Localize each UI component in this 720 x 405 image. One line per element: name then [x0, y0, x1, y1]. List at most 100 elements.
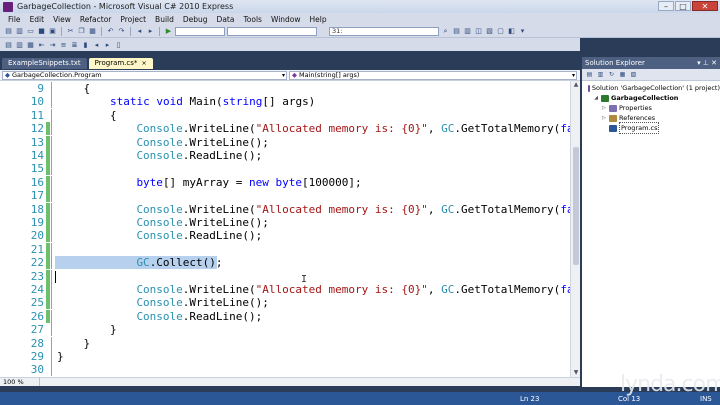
pin-icon[interactable]: ▾ ⊥ ✕	[697, 57, 717, 69]
start-page-icon[interactable]: ▢	[496, 27, 505, 36]
code-line[interactable]: 21	[0, 242, 570, 256]
add-item-icon[interactable]: ▥	[15, 27, 24, 36]
code-line[interactable]: 23	[0, 269, 570, 283]
object-browser-icon[interactable]: ◫	[474, 27, 483, 36]
comment-out-icon[interactable]: ≡	[59, 40, 68, 49]
code-line[interactable]: 22 GC.Collect();	[0, 256, 570, 270]
navigate-back-icon[interactable]: ◂	[135, 27, 144, 36]
code-line[interactable]: 29}	[0, 350, 570, 363]
platform-dropdown[interactable]	[227, 26, 317, 36]
view-code-icon[interactable]: ▦	[618, 71, 627, 79]
code-line[interactable]: 24 Console.WriteLine("Allocated memory is…	[0, 283, 570, 296]
paste-icon[interactable]: ▦	[88, 27, 97, 36]
lynda-watermark-logo: lynda.com	[620, 372, 720, 397]
uncomment-icon[interactable]: ≣	[70, 40, 79, 49]
properties-toolbar-icon[interactable]: ▥	[463, 27, 472, 36]
code-line[interactable]: 20 Console.ReadLine();	[0, 229, 570, 243]
undo-icon[interactable]: ↶	[106, 27, 115, 36]
toolbox-icon[interactable]: ▧	[485, 27, 494, 36]
new-project-icon[interactable]: ▤	[4, 27, 13, 36]
find-line-combo[interactable]: 31:	[329, 26, 439, 36]
tree-item[interactable]: ▷ Properties	[582, 103, 720, 113]
tab-program-cs[interactable]: Program.cs* ×	[88, 58, 153, 69]
close-tab-icon[interactable]: ×	[141, 59, 146, 67]
code-line[interactable]: 30	[0, 363, 570, 377]
code-line[interactable]: 19 Console.WriteLine();	[0, 216, 570, 229]
refresh-icon[interactable]: ↻	[607, 71, 616, 79]
close-button[interactable]: ✕	[692, 1, 718, 11]
menu-tools[interactable]: Tools	[243, 15, 261, 24]
scroll-up-icon[interactable]: ▲	[571, 81, 581, 89]
solution-explorer-toolbar: ▤ ▥ ↻ ▦ ▧	[582, 69, 720, 81]
code-line[interactable]: 16 byte[] myArray = new byte[100000];	[0, 175, 570, 189]
redo-icon[interactable]: ↷	[117, 27, 126, 36]
code-line[interactable]: 27}	[0, 323, 570, 337]
properties-icon[interactable]: ▤	[585, 71, 594, 79]
zoom-dropdown[interactable]: 100 %	[0, 378, 40, 386]
complete-word-icon[interactable]: ▦	[26, 40, 35, 49]
code-line[interactable]: 25 Console.WriteLine();	[0, 296, 570, 310]
tree-item[interactable]: Solution 'GarbageCollection' (1 project)	[582, 83, 720, 93]
menu-project[interactable]: Project	[120, 15, 146, 24]
editor-vertical-scrollbar[interactable]: ▲ ▼	[570, 81, 580, 377]
types-dropdown[interactable]: ◆ GarbageCollection.Program ▾	[2, 70, 287, 80]
code-line[interactable]: 11 {	[0, 108, 570, 122]
scrollbar-thumb[interactable]	[573, 147, 579, 265]
code-line[interactable]: 26 Console.ReadLine();	[0, 309, 570, 323]
quick-info-icon[interactable]: ▤	[4, 40, 13, 49]
menu-debug[interactable]: Debug	[183, 15, 208, 24]
code-line[interactable]: 12 Console.WriteLine("Allocated memory is…	[0, 122, 570, 136]
expand-toggle-icon[interactable]: ▷	[601, 103, 607, 113]
code-line[interactable]: 10 static void Main(string[] args)	[0, 95, 570, 109]
solution-explorer-toolbar-icon[interactable]: ▤	[452, 27, 461, 36]
expand-toggle-icon[interactable]: ◢	[593, 93, 599, 103]
code-line[interactable]: 15	[0, 162, 570, 176]
menu-window[interactable]: Window	[271, 15, 301, 24]
menu-data[interactable]: Data	[217, 15, 235, 24]
open-file-icon[interactable]: ▭	[26, 27, 35, 36]
start-debugging-icon[interactable]: ▶	[164, 27, 173, 36]
code-token: Console	[136, 229, 183, 243]
menu-help[interactable]: Help	[310, 15, 327, 24]
copy-icon[interactable]: ❐	[77, 27, 86, 36]
tree-item[interactable]: Program.cs	[582, 122, 720, 134]
code-line[interactable]: 17	[0, 189, 570, 203]
toggle-bookmark-icon[interactable]: ▮	[81, 40, 90, 49]
members-dropdown[interactable]: ◆ Main(string[] args) ▾	[289, 70, 577, 80]
code-line[interactable]: 9{	[0, 82, 570, 95]
code-line[interactable]: 13 Console.WriteLine();	[0, 135, 570, 149]
options-dropdown-icon[interactable]: ▾	[518, 27, 527, 36]
show-all-files-icon[interactable]: ▥	[596, 71, 605, 79]
menu-view[interactable]: View	[53, 15, 71, 24]
tree-item[interactable]: ◢ GarbageCollection	[582, 93, 720, 103]
outline-guide	[51, 296, 55, 310]
find-icon[interactable]: ⌕	[441, 27, 450, 36]
next-bookmark-icon[interactable]: ▸	[103, 40, 112, 49]
save-icon[interactable]: ■	[37, 27, 46, 36]
extension-manager-icon[interactable]: ◧	[507, 27, 516, 36]
menu-edit[interactable]: Edit	[30, 15, 45, 24]
maximize-button[interactable]: □	[675, 1, 691, 11]
previous-bookmark-icon[interactable]: ◂	[92, 40, 101, 49]
visual-studio-icon	[3, 1, 13, 12]
decrease-indent-icon[interactable]: ⇤	[37, 40, 46, 49]
code-editor[interactable]: 9{10 static void Main(string[] args) 11{12…	[0, 81, 570, 377]
solution-config-dropdown[interactable]	[175, 26, 225, 36]
tab-example-snippets[interactable]: ExampleSnippets.txt	[2, 58, 87, 69]
cut-icon[interactable]: ✂	[66, 27, 75, 36]
scroll-down-icon[interactable]: ▼	[571, 369, 581, 377]
minimize-button[interactable]: –	[658, 1, 674, 11]
menu-build[interactable]: Build	[155, 15, 174, 24]
navigate-forward-icon[interactable]: ▸	[146, 27, 155, 36]
increase-indent-icon[interactable]: ⇥	[48, 40, 57, 49]
code-line[interactable]: 18 Console.WriteLine("Allocated memory is…	[0, 202, 570, 216]
code-line[interactable]: 28}	[0, 336, 570, 350]
menu-file[interactable]: File	[8, 15, 21, 24]
save-all-icon[interactable]: ▣	[48, 27, 57, 36]
expand-toggle-icon[interactable]: ▷	[601, 113, 607, 123]
parameter-info-icon[interactable]: ▥	[15, 40, 24, 49]
view-designer-icon[interactable]: ▧	[629, 71, 638, 79]
clear-bookmarks-icon[interactable]: ▯	[114, 40, 123, 49]
menu-refactor[interactable]: Refactor	[80, 15, 111, 24]
code-line[interactable]: 14 Console.ReadLine();	[0, 149, 570, 162]
